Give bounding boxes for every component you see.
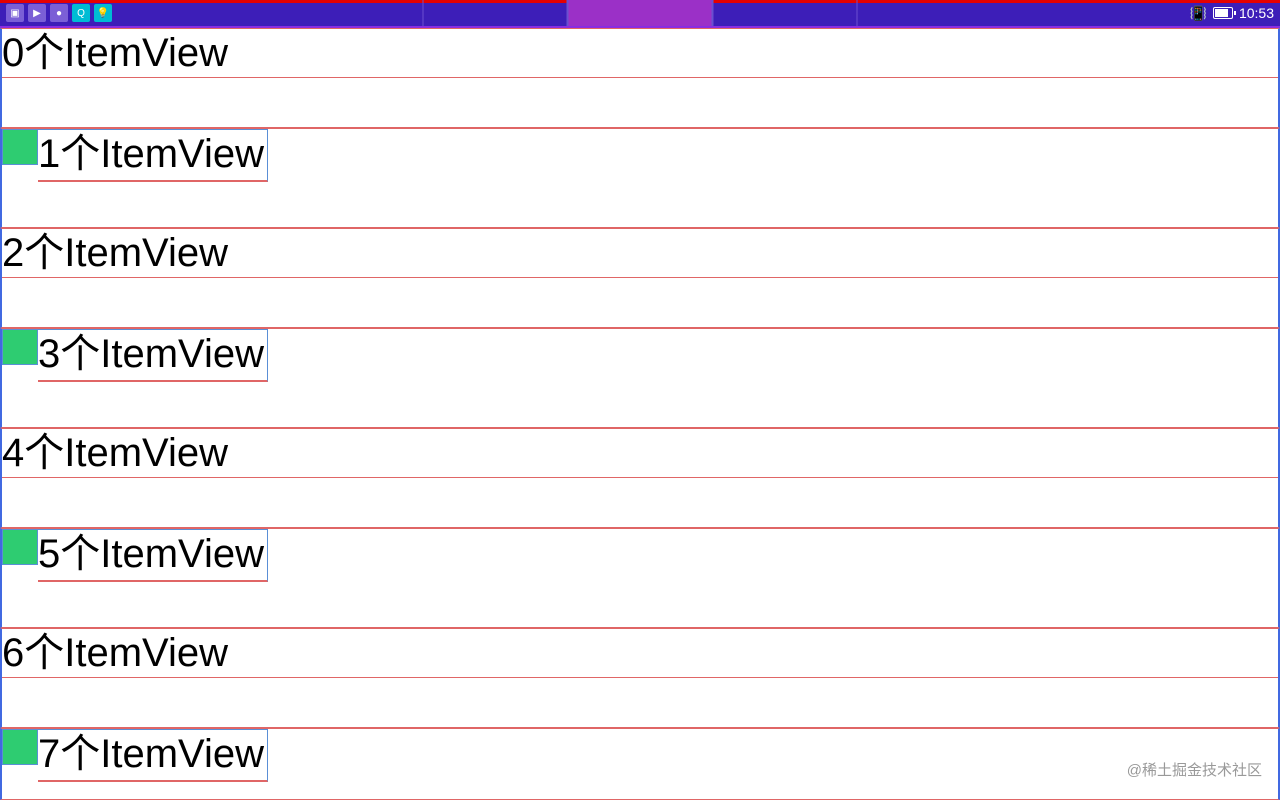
green-box-icon (2, 329, 38, 365)
green-box-icon (2, 529, 38, 565)
item-label: 3个ItemView (38, 329, 268, 382)
video-icon: ▶ (28, 4, 46, 22)
status-right: 📳 10:53 (1190, 5, 1280, 22)
list-item[interactable]: 5个ItemView (0, 528, 1280, 628)
segment-3 (713, 0, 858, 26)
segment-1 (423, 0, 568, 26)
record-icon: ● (50, 4, 68, 22)
vibrate-icon: 📳 (1190, 5, 1207, 22)
list-item[interactable]: 1个ItemView (0, 128, 1280, 228)
list-item[interactable]: 4个ItemView (0, 428, 1280, 528)
segment-2 (568, 0, 713, 26)
list-item[interactable]: 7个ItemView (0, 728, 1280, 800)
watermark: @稀土掘金技术社区 (1127, 759, 1262, 780)
item-label: 1个ItemView (38, 129, 268, 182)
list-view[interactable]: 0个ItemView 1个ItemView 2个ItemView 3个ItemV… (0, 28, 1280, 800)
list-item[interactable]: 3个ItemView (0, 328, 1280, 428)
item-label: 5个ItemView (38, 529, 268, 582)
list-item[interactable]: 0个ItemView (0, 28, 1280, 128)
item-label: 6个ItemView (2, 629, 1278, 678)
item-label: 2个ItemView (2, 229, 1278, 278)
status-bar: ▣ ▶ ● Q 💡 📳 10:53 (0, 0, 1280, 28)
status-time: 10:53 (1239, 5, 1274, 21)
item-label: 4个ItemView (2, 429, 1278, 478)
bulb-icon: 💡 (94, 4, 112, 22)
battery-icon (1213, 7, 1233, 19)
list-item[interactable]: 6个ItemView (0, 628, 1280, 728)
status-center-segments (423, 0, 858, 26)
green-box-icon (2, 729, 38, 765)
status-left-icons: ▣ ▶ ● Q 💡 (0, 0, 112, 26)
green-box-icon (2, 129, 38, 165)
app-icon: ▣ (6, 4, 24, 22)
item-label: 0个ItemView (2, 29, 1278, 78)
list-item[interactable]: 2个ItemView (0, 228, 1280, 328)
search-icon: Q (72, 4, 90, 22)
item-label: 7个ItemView (38, 729, 268, 782)
